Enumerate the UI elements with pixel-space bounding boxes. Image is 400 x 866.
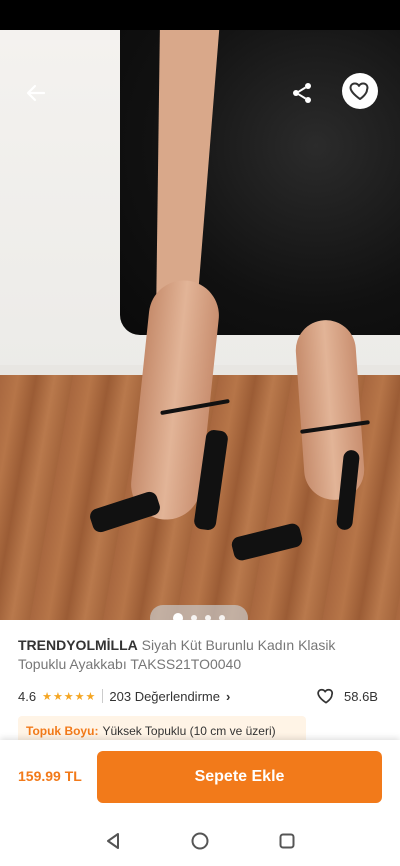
- attribute-value: Yüksek Topuklu (10 cm ve üzeri): [102, 724, 276, 738]
- reviews-link[interactable]: 203 Değerlendirme: [109, 689, 220, 704]
- share-icon: [293, 83, 311, 103]
- status-bar: [0, 0, 400, 30]
- gallery-dot[interactable]: [205, 615, 211, 620]
- add-to-cart-button[interactable]: Sepete Ekle: [97, 751, 382, 803]
- heart-outline-icon: [317, 688, 334, 704]
- gallery-dot-active[interactable]: [173, 613, 183, 620]
- product-image-gallery[interactable]: [0, 30, 400, 620]
- rating-divider: [102, 689, 104, 703]
- nav-recents-button[interactable]: [272, 826, 302, 856]
- square-recents-icon: [279, 833, 295, 849]
- attribute-key: Topuk Boyu:: [26, 724, 99, 738]
- share-button[interactable]: [284, 75, 320, 111]
- favorite-count-value: 58.6B: [344, 688, 378, 704]
- gallery-pagination: [150, 605, 248, 620]
- product-brand[interactable]: TRENDYOLMİLLA: [18, 637, 138, 653]
- heart-icon: [349, 82, 369, 100]
- gallery-dot[interactable]: [219, 615, 225, 620]
- triangle-back-icon: [107, 833, 120, 849]
- product-title: TRENDYOLMİLLA Siyah Küt Burunlu Kadın Kl…: [18, 636, 384, 674]
- nav-home-button[interactable]: [185, 826, 215, 856]
- rating-stars: ★★★★★: [42, 690, 97, 703]
- bottom-bar: 159.99 TL Sepete Ekle: [0, 740, 400, 816]
- arrow-left-icon: [26, 84, 46, 102]
- favorite-count: 58.6B: [316, 686, 378, 706]
- circle-home-icon: [191, 832, 209, 850]
- nav-back-button[interactable]: [98, 826, 128, 856]
- price: 159.99 TL: [18, 768, 82, 784]
- rating-row[interactable]: 4.6 ★★★★★ 203 Değerlendirme ›: [18, 686, 230, 706]
- chevron-right-icon: ›: [225, 688, 231, 704]
- product-info: TRENDYOLMİLLA Siyah Küt Burunlu Kadın Kl…: [18, 636, 384, 674]
- system-nav-bar: [0, 816, 400, 866]
- favorite-button[interactable]: [342, 73, 378, 109]
- rating-value: 4.6: [18, 688, 37, 704]
- back-button[interactable]: [18, 75, 54, 111]
- gallery-dot[interactable]: [191, 615, 197, 620]
